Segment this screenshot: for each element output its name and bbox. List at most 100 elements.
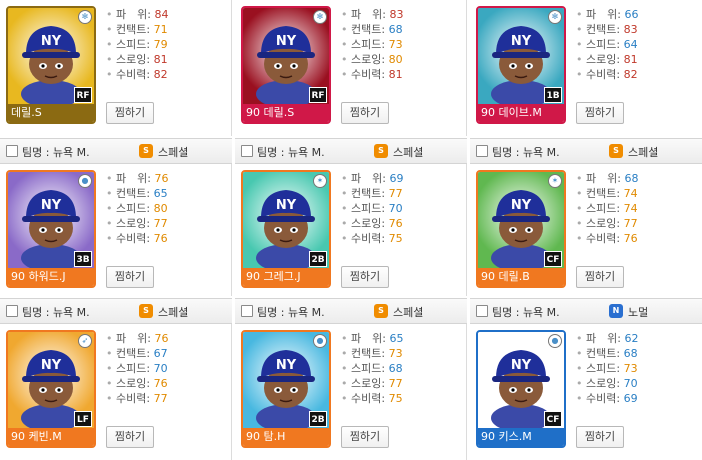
svg-text:NY: NY <box>511 358 532 373</box>
position-badge: CF <box>544 411 562 427</box>
stat-colon: : <box>146 68 154 81</box>
wishlist-button[interactable]: 찜하기 <box>576 426 624 448</box>
stat-value: 81 <box>153 53 168 66</box>
stat-value: 76 <box>153 232 168 245</box>
stat-colon: : <box>381 53 389 66</box>
stat-colon: : <box>616 347 624 360</box>
player-card-cell: 팀명 : 뉴욕 M. S 스페셜 NY ✶ CF 90 데릴.B • 파 위: 68 • 컨택트… <box>470 138 702 296</box>
stat-label: 스피드 <box>116 38 147 51</box>
card-header: 팀명 : 뉴욕 M. S 스페셜 <box>235 138 467 164</box>
position-badge: LF <box>74 411 92 427</box>
stat-row: • 수비력: 76 <box>106 230 168 245</box>
card-header: 팀명 : 뉴욕 M. S 스페셜 <box>0 138 232 164</box>
wishlist-button[interactable]: 찜하기 <box>106 266 154 288</box>
team-name: 팀명 : 뉴욕 M. <box>257 146 325 159</box>
player-card[interactable]: NY ✻ 1B 90 데이브.M <box>476 6 566 124</box>
player-card[interactable]: NY ✶ CF 90 데릴.B <box>476 170 566 288</box>
stat-value: 80 <box>388 53 403 66</box>
stat-colon: : <box>381 68 389 81</box>
ball-icon: ● <box>78 174 92 188</box>
stat-row: • 컨택트: 68 <box>576 345 638 360</box>
wishlist-button[interactable]: 찜하기 <box>341 426 389 448</box>
star-icon: ✶ <box>313 174 327 188</box>
wishlist-button[interactable]: 찜하기 <box>576 102 624 124</box>
player-card-grid: NY ✻ RF 데릴.S • 파 위: 84 • 컨택트: 71 • 스피드: 79 • 스로… <box>0 0 702 460</box>
stat-row: • 컨택트: 65 <box>106 185 168 200</box>
stat-label: 컨택트 <box>116 347 147 360</box>
stat-label: 스피드 <box>116 202 147 215</box>
stat-row: • 수비력: 75 <box>341 230 403 245</box>
bullet-icon: • <box>576 347 586 360</box>
player-card[interactable]: NY ✶ 2B 90 그레그.J <box>241 170 331 288</box>
wishlist-button[interactable]: 찜하기 <box>341 266 389 288</box>
wishlist-button[interactable]: 찜하기 <box>106 426 154 448</box>
stat-colon: : <box>146 53 154 66</box>
stat-row: • 스피드: 73 <box>576 360 638 375</box>
select-checkbox[interactable] <box>6 145 18 157</box>
select-checkbox[interactable] <box>6 305 18 317</box>
select-checkbox[interactable] <box>476 145 488 157</box>
stat-value: 66 <box>624 8 639 21</box>
player-name: 데릴.S <box>8 104 94 122</box>
stat-value: 75 <box>388 392 403 405</box>
select-checkbox[interactable] <box>476 305 488 317</box>
player-card[interactable]: NY ✻ RF 데릴.S <box>6 6 96 124</box>
bullet-icon: • <box>576 38 586 51</box>
special-grade-icon: S <box>609 144 623 158</box>
player-card-cell: NY ✻ RF 데릴.S • 파 위: 84 • 컨택트: 71 • 스피드: 79 • 스로… <box>0 0 232 136</box>
wishlist-button[interactable]: 찜하기 <box>106 102 154 124</box>
select-checkbox[interactable] <box>241 305 253 317</box>
player-card-cell: 팀명 : 뉴욕 M. S 스페셜 NY ✶ 2B 90 그레그.J • 파 위: 69 • 컨택… <box>235 138 467 296</box>
player-name: 90 하워드.J <box>8 268 94 286</box>
position-badge: 2B <box>309 411 327 427</box>
player-card[interactable]: NY ● 2B 90 탐.H <box>241 330 331 448</box>
special-grade-icon: S <box>374 304 388 318</box>
position-badge: CF <box>544 251 562 267</box>
bullet-icon: • <box>106 8 116 21</box>
stat-value: 70 <box>623 377 638 390</box>
stat-label: 컨택트 <box>586 23 617 36</box>
stat-row: • 컨택트: 68 <box>341 21 403 36</box>
stat-label: 파 위 <box>586 8 618 21</box>
bullet-icon: • <box>576 377 586 390</box>
stat-label: 파 위 <box>351 332 383 345</box>
stat-value: 74 <box>623 202 638 215</box>
stat-label: 스피드 <box>351 362 382 375</box>
stat-value: 77 <box>388 377 403 390</box>
ball-icon: ● <box>548 334 562 348</box>
stat-label: 수비력 <box>586 232 617 245</box>
stat-colon: : <box>146 217 154 230</box>
wishlist-button[interactable]: 찜하기 <box>341 102 389 124</box>
grade-label: 노멀 <box>628 306 649 319</box>
bullet-icon: • <box>576 217 586 230</box>
stat-colon: : <box>381 202 389 215</box>
stat-colon: : <box>146 187 154 200</box>
stat-value: 77 <box>153 392 168 405</box>
select-checkbox[interactable] <box>241 145 253 157</box>
bullet-icon: • <box>576 332 586 345</box>
card-header: 팀명 : 뉴욕 M. S 스페셜 <box>235 298 467 324</box>
stat-label: 컨택트 <box>351 23 382 36</box>
player-card[interactable]: NY ✻ RF 90 데릴.S <box>241 6 331 124</box>
player-card[interactable]: NY ● 3B 90 하워드.J <box>6 170 96 288</box>
player-card[interactable]: NY ➶ LF 90 케빈.M <box>6 330 96 448</box>
stat-colon: : <box>381 23 389 36</box>
stat-colon: : <box>146 377 154 390</box>
stat-colon: : <box>381 232 389 245</box>
stat-value: 62 <box>624 332 639 345</box>
stat-colon: : <box>146 347 154 360</box>
stat-row: • 파 위: 69 <box>341 170 403 185</box>
stat-label: 파 위 <box>351 172 383 185</box>
wishlist-button[interactable]: 찜하기 <box>576 266 624 288</box>
card-header: 팀명 : 뉴욕 M. S 스페셜 <box>470 138 702 164</box>
player-card[interactable]: NY ● CF 90 키스.M <box>476 330 566 448</box>
stat-colon: : <box>381 377 389 390</box>
stat-value: 68 <box>624 172 639 185</box>
stat-label: 스피드 <box>586 362 617 375</box>
stat-row: • 파 위: 83 <box>341 6 403 21</box>
bullet-icon: • <box>106 202 116 215</box>
team-name: 팀명 : 뉴욕 M. <box>22 146 90 159</box>
bullet-icon: • <box>576 23 586 36</box>
stat-label: 스피드 <box>116 362 147 375</box>
player-name: 90 키스.M <box>478 428 564 446</box>
